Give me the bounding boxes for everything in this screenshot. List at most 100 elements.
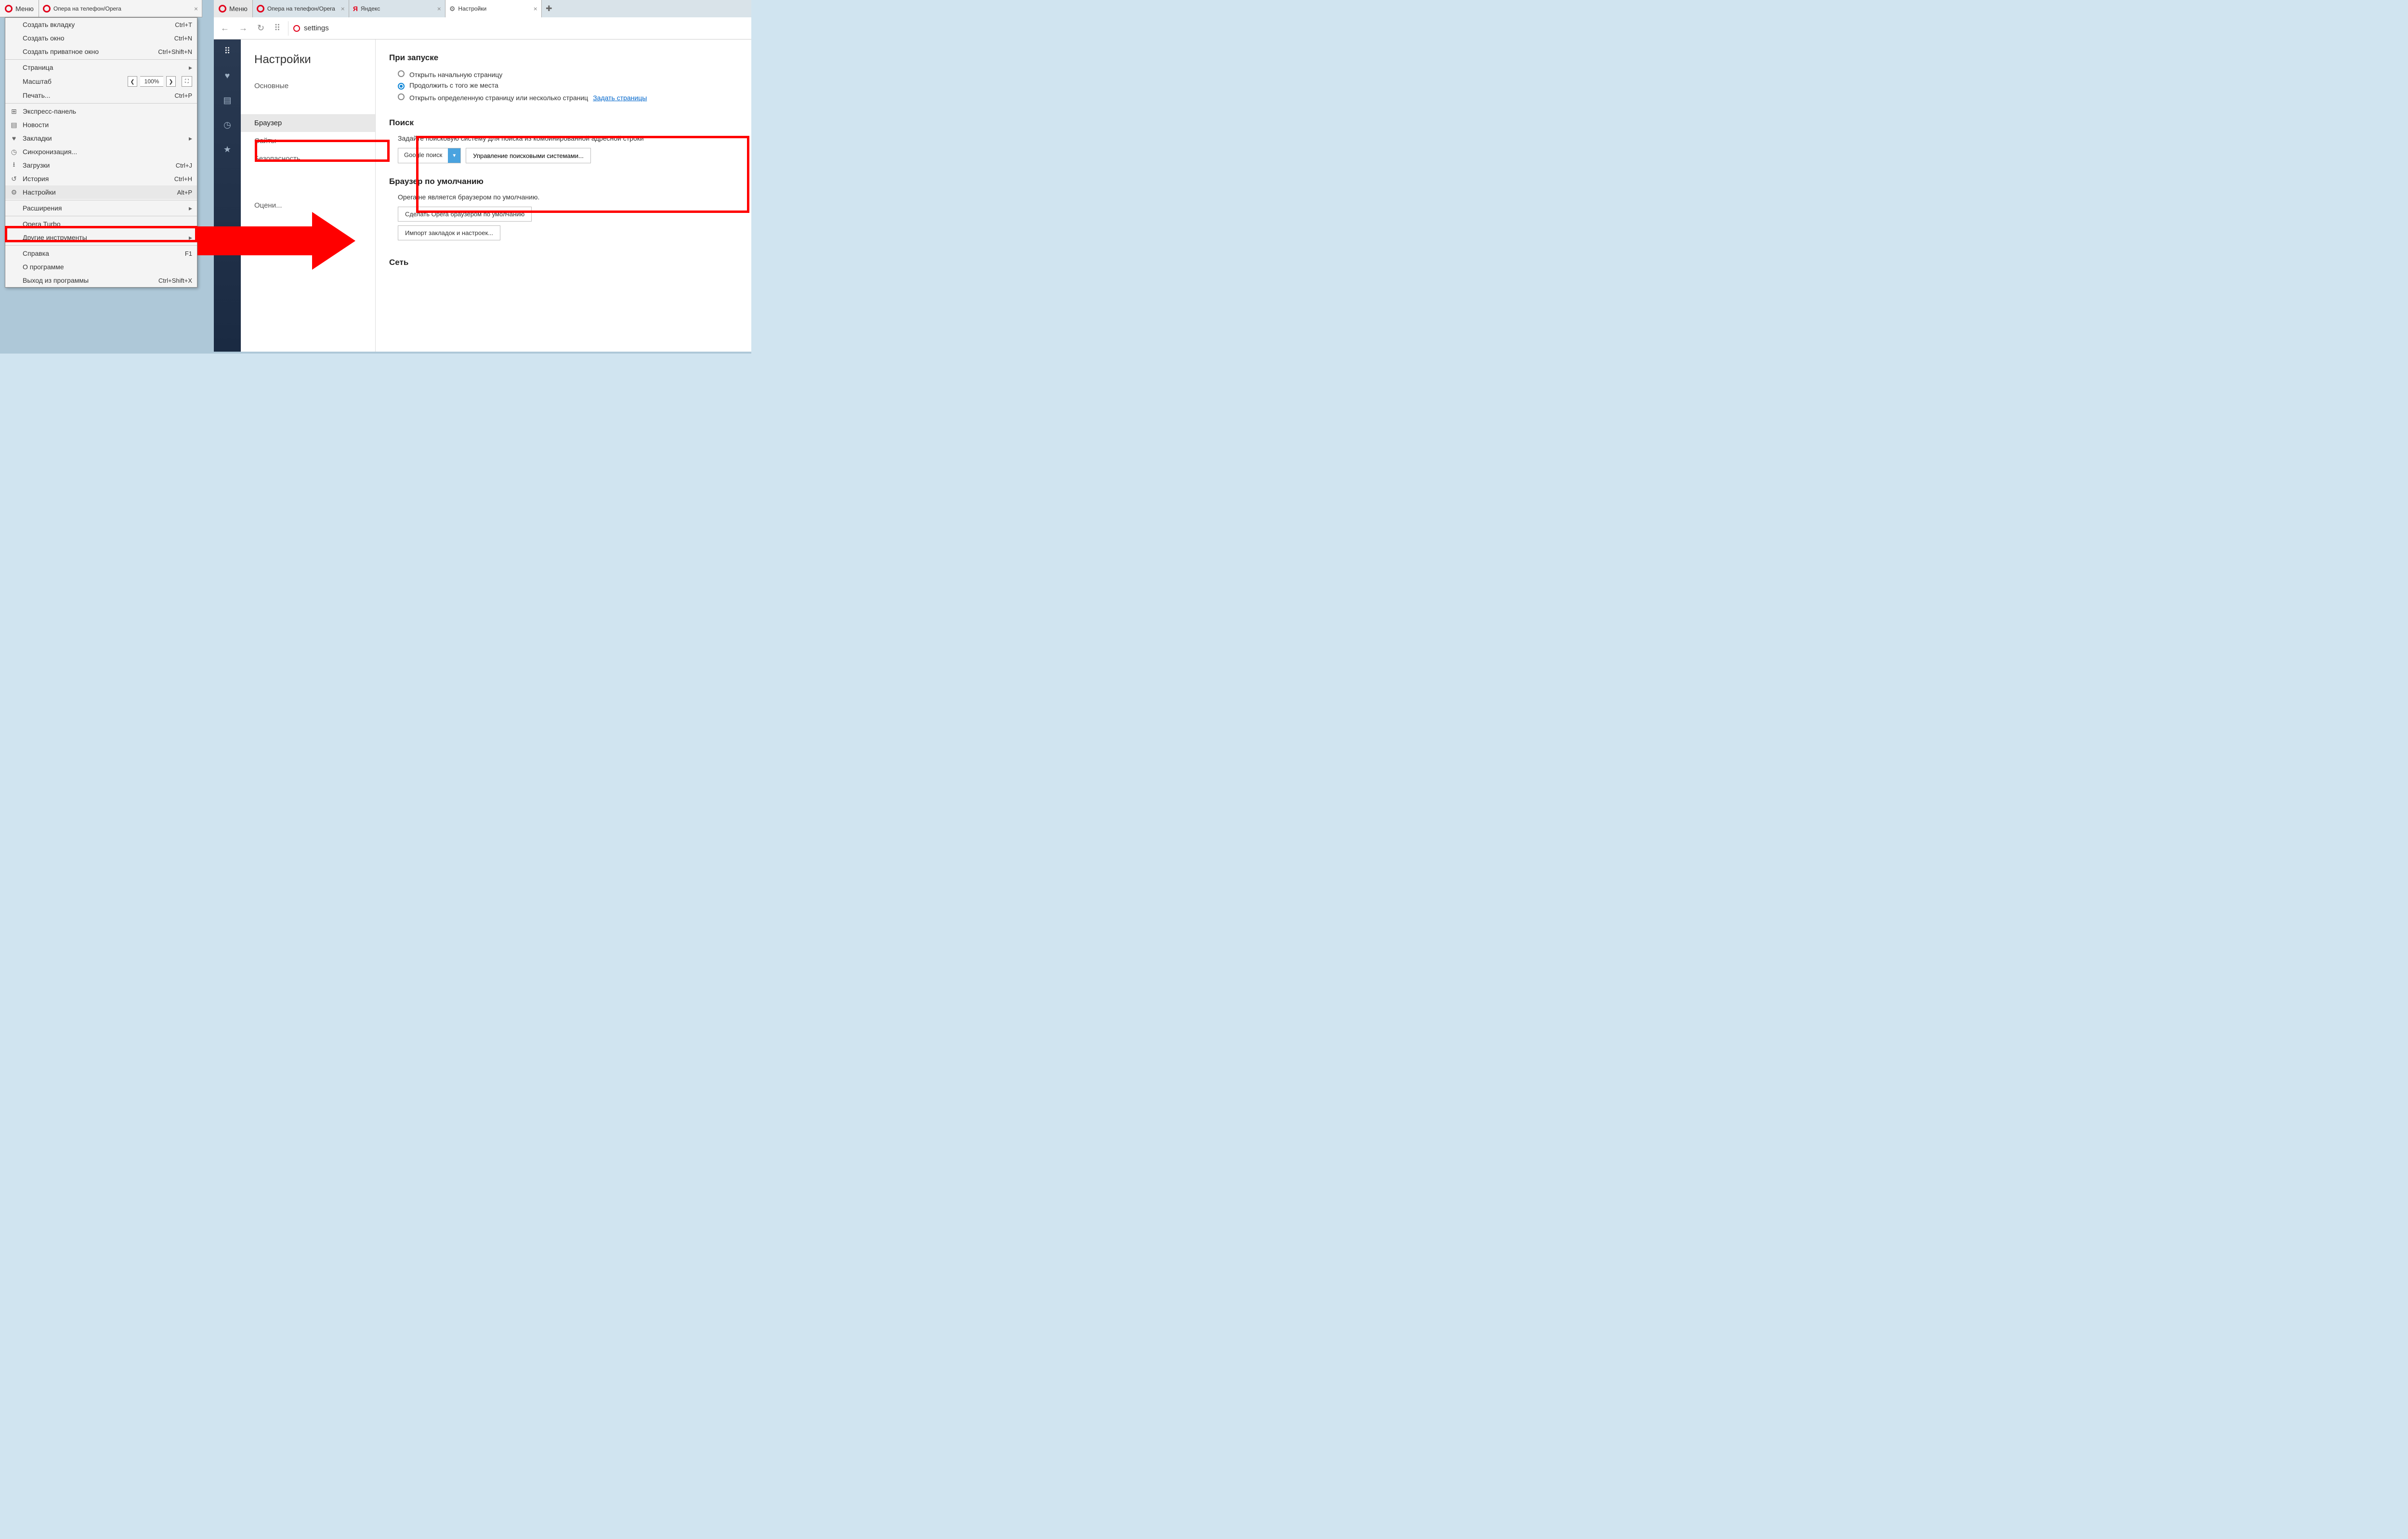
zoom-out-button[interactable]: ❮ <box>128 76 137 87</box>
close-icon[interactable]: × <box>341 5 345 13</box>
menu-item-выход-из-программы[interactable]: Выход из программы Ctrl+Shift+X <box>5 274 197 287</box>
shortcut-label: Ctrl+N <box>174 35 192 42</box>
menu-item-настройки[interactable]: ⚙НастройкиAlt+P <box>5 185 197 199</box>
nav-security[interactable]: Безопасность <box>241 150 375 168</box>
close-icon[interactable]: × <box>194 5 198 13</box>
menu-item-закладки[interactable]: ♥Закладки▸ <box>5 132 197 145</box>
manage-search-button[interactable]: Управление поисковыми системами... <box>466 148 591 163</box>
nav-basic[interactable]: Основные <box>241 77 375 95</box>
radio-icon <box>398 93 405 100</box>
nav-rate[interactable]: Оцени... <box>241 197 375 214</box>
startup-radio-2[interactable]: Продолжить с того же места <box>398 81 738 90</box>
history-icon: ↺ <box>10 175 18 183</box>
radio-icon <box>398 83 405 90</box>
shortcut-label: F1 <box>185 250 192 257</box>
gear-icon: ⚙ <box>449 5 456 13</box>
tab-title: Опера на телефон/Opera <box>53 5 121 12</box>
menu-item-создать-приватное-окно[interactable]: Создать приватное окноCtrl+Shift+N <box>5 45 197 58</box>
startup-radio-3[interactable]: Открыть определенную страницу или нескол… <box>398 92 738 102</box>
menu-item-label: Закладки <box>23 134 52 142</box>
settings-content: ⠿ ♥ ▤ ◷ ★ Настройки Основные Браузер Сай… <box>214 39 751 352</box>
shortcut-label: Ctrl+Shift+X <box>158 277 192 284</box>
menu-item-создать-вкладку[interactable]: Создать вкладку Ctrl+T <box>5 18 197 31</box>
chevron-right-icon: ▸ <box>189 234 192 242</box>
menu-item-label: Загрузки <box>23 161 50 169</box>
tab-title: Яндекс <box>361 5 380 12</box>
select-value: Google поиск <box>398 148 448 163</box>
speeddial-button[interactable]: ⠿ <box>272 21 282 35</box>
menu-button-left[interactable]: Меню <box>0 0 39 17</box>
shortcut-label: Ctrl+T <box>175 21 192 28</box>
settings-title: Настройки <box>241 53 375 77</box>
menu-item-другие-инструменты[interactable]: Другие инструменты ▸ <box>5 231 197 244</box>
menu-separator <box>5 103 197 104</box>
menu-item-история[interactable]: ↺ИсторияCtrl+H <box>5 172 197 185</box>
menu-item-о-программе[interactable]: О программе <box>5 260 197 274</box>
nav-sites[interactable]: Сайты <box>241 132 375 150</box>
forward-button[interactable]: → <box>237 21 249 35</box>
menu-label: Меню <box>15 5 34 13</box>
menu-item-новости[interactable]: ▤Новости <box>5 118 197 132</box>
rail-history-icon[interactable]: ◷ <box>223 120 231 130</box>
new-tab-button[interactable]: ✚ <box>542 0 556 17</box>
menu-item-label: Создать вкладку <box>23 21 75 28</box>
menu-item-label: Экспресс-панель <box>23 107 76 115</box>
settings-nav: Настройки Основные Браузер Сайты Безопас… <box>241 39 376 352</box>
menu-separator <box>5 245 197 246</box>
menu-item-печать-[interactable]: Печать...Ctrl+P <box>5 89 197 102</box>
set-pages-link[interactable]: Задать страницы <box>593 94 647 102</box>
address-input[interactable] <box>304 24 746 32</box>
menu-item-label: Другие инструменты <box>23 234 87 241</box>
rail-heart-icon[interactable]: ♥ <box>225 71 230 81</box>
chevron-down-icon: ▼ <box>448 148 460 163</box>
menu-item-label: Синхронизация... <box>23 148 77 156</box>
tab-opera-left[interactable]: Опера на телефон/Opera × <box>39 0 202 17</box>
default-browser-note: Opera не является браузером по умолчанию… <box>398 193 738 201</box>
rail-speeddial-icon[interactable]: ⠿ <box>224 46 230 56</box>
menu-separator <box>5 59 197 60</box>
reload-button[interactable]: ↻ <box>255 21 266 35</box>
menu-item-загрузки[interactable]: ⭳ЗагрузкиCtrl+J <box>5 158 197 172</box>
menu-item-страница[interactable]: Страница▸ <box>5 61 197 74</box>
menu-item-синхронизация-[interactable]: ◷Синхронизация... <box>5 145 197 158</box>
menu-item-label: Opera Turbo <box>23 220 61 228</box>
menu-item-label: Расширения <box>23 204 62 212</box>
speed-icon: ⊞ <box>10 107 18 115</box>
opera-icon <box>257 5 264 13</box>
menu-item-экспресс-панель[interactable]: ⊞ Экспресс-панель <box>5 105 197 118</box>
import-bookmarks-button[interactable]: Импорт закладок и настроек... <box>398 225 500 240</box>
startup-radio-1[interactable]: Открыть начальную страницу <box>398 69 738 79</box>
network-heading: Сеть <box>389 258 738 267</box>
menu-item-label: Новости <box>23 121 49 129</box>
default-browser-heading: Браузер по умолчанию <box>389 177 738 186</box>
icon-rail: ⠿ ♥ ▤ ◷ ★ <box>214 39 241 352</box>
shortcut-label: Ctrl+J <box>176 162 192 169</box>
menu-item-label: Выход из программы <box>23 276 89 284</box>
menu-item-создать-окно[interactable]: Создать окно Ctrl+N <box>5 31 197 45</box>
rail-news-icon[interactable]: ▤ <box>223 95 231 105</box>
menu-item-расширения[interactable]: Расширения▸ <box>5 201 197 215</box>
menu-label: Меню <box>229 5 248 13</box>
yandex-icon: Я <box>353 5 358 13</box>
menu-item-справка[interactable]: СправкаF1 <box>5 247 197 260</box>
fullscreen-button[interactable]: ⛶ <box>182 76 192 87</box>
zoom-in-button[interactable]: ❯ <box>166 76 176 87</box>
shortcut-label: Ctrl+P <box>175 92 192 99</box>
tab-opera[interactable]: Опера на телефон/Opera × <box>253 0 349 17</box>
close-icon[interactable]: × <box>437 5 441 13</box>
menu-button-right[interactable]: Меню <box>214 0 253 17</box>
search-heading: Поиск <box>389 118 738 128</box>
left-tabbar: Меню Опера на телефон/Opera × <box>0 0 202 17</box>
nav-browser[interactable]: Браузер <box>241 114 375 132</box>
rail-star-icon[interactable]: ★ <box>223 145 231 155</box>
tab-yandex[interactable]: Я Яндекс × <box>349 0 445 17</box>
shortcut-label: Ctrl+H <box>174 175 192 183</box>
make-default-button[interactable]: Сделать Opera браузером по умолчанию <box>398 207 532 222</box>
tab-settings[interactable]: ⚙ Настройки × <box>445 0 542 17</box>
search-engine-select[interactable]: Google поиск ▼ <box>398 148 461 163</box>
menu-item-label: Страница <box>23 64 53 71</box>
close-icon[interactable]: × <box>534 5 537 13</box>
menu-item-label: Создать окно <box>23 34 65 42</box>
menu-item-opera-turbo[interactable]: Opera Turbo <box>5 217 197 231</box>
back-button[interactable]: ← <box>219 21 231 35</box>
